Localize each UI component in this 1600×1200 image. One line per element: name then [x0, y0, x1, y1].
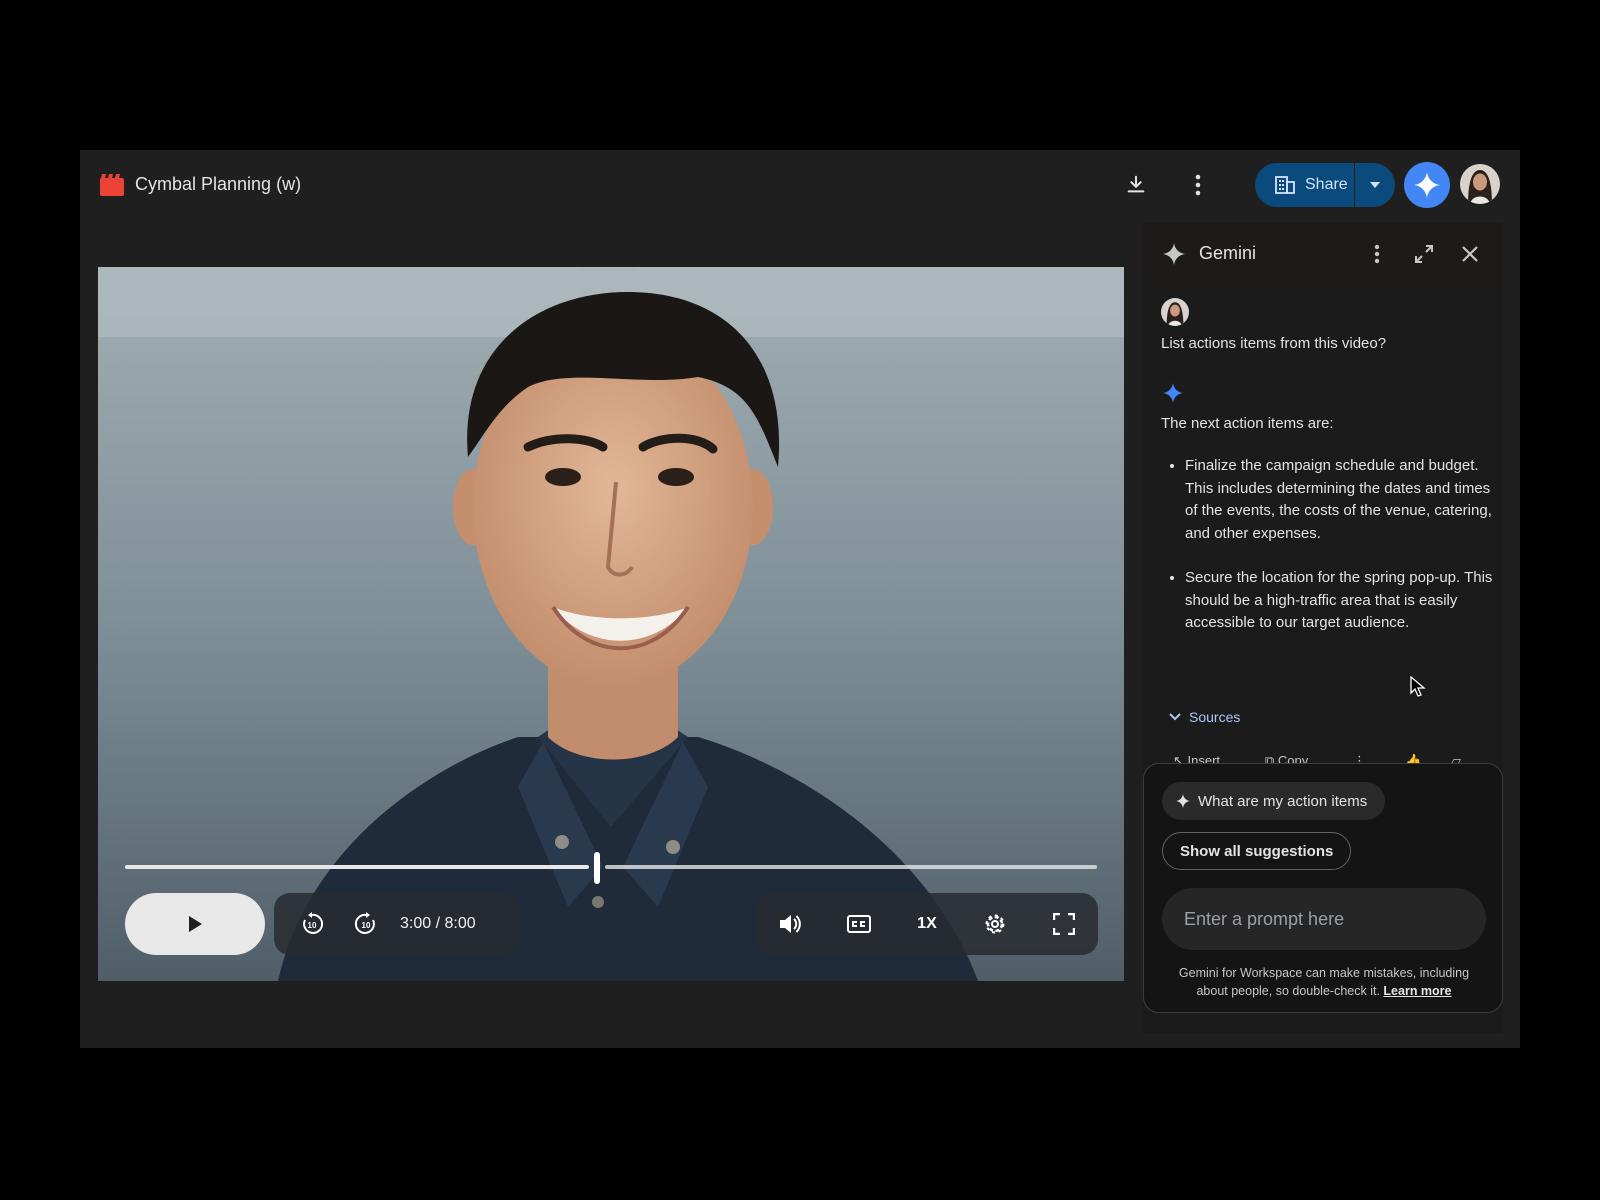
volume-icon	[780, 915, 802, 933]
user-message: List actions items from this video?	[1161, 335, 1387, 352]
share-org-icon	[1275, 176, 1295, 194]
list-item: Secure the location for the spring pop-u…	[1185, 567, 1503, 635]
playback-speed-button[interactable]: 1X	[907, 904, 947, 944]
seek-bar-remaining	[605, 865, 1097, 869]
sources-label: Sources	[1189, 709, 1241, 725]
share-label: Share	[1305, 176, 1348, 193]
app-window: Cymbal Planning (w) Share 10 10 3:00 / 8…	[80, 150, 1520, 1048]
playback-controls: 10 10 3:00 / 8:00	[274, 893, 518, 955]
video-file-icon	[100, 174, 124, 196]
show-all-suggestions-button[interactable]: Show all suggestions	[1162, 832, 1352, 870]
fullscreen-icon	[1052, 913, 1075, 935]
gemini-close-button[interactable]	[1453, 237, 1487, 271]
play-icon	[189, 916, 202, 932]
seek-handle[interactable]	[594, 852, 600, 884]
top-bar: Cymbal Planning (w) Share	[80, 150, 1520, 220]
gemini-response-icon	[1163, 383, 1183, 403]
gemini-side-panel: Gemini List actions items from this vide…	[1143, 223, 1503, 1033]
close-icon	[1462, 246, 1478, 262]
captions-icon	[846, 915, 871, 933]
avatar-image	[1161, 298, 1189, 326]
share-button[interactable]: Share	[1255, 163, 1355, 207]
suggestion-chip[interactable]: What are my action items	[1162, 782, 1386, 820]
share-dropdown-button[interactable]	[1355, 163, 1395, 207]
share-button-group: Share	[1255, 163, 1395, 207]
avatar-image	[1460, 164, 1500, 204]
video-player[interactable]: 10 10 3:00 / 8:00 1X	[98, 267, 1124, 981]
expand-icon	[1415, 245, 1433, 263]
download-icon	[1127, 175, 1145, 193]
rewind-seconds: 10	[308, 921, 317, 930]
gemini-panel-title: Gemini	[1199, 243, 1257, 263]
captions-button[interactable]	[839, 904, 879, 944]
forward-icon: 10	[354, 912, 375, 934]
caret-down-icon	[1370, 182, 1380, 188]
time-readout: 3:00 / 8:00	[400, 915, 476, 932]
download-button[interactable]	[1118, 167, 1154, 203]
chevron-down-icon	[1169, 713, 1181, 721]
response-intro: The next action items are:	[1161, 415, 1334, 432]
fullscreen-button[interactable]	[1044, 904, 1084, 944]
gemini-spark-icon	[1176, 794, 1190, 808]
rewind-button[interactable]: 10	[292, 904, 332, 944]
settings-icon	[985, 914, 1005, 934]
volume-button[interactable]	[770, 904, 810, 944]
gemini-more-button[interactable]	[1360, 237, 1394, 271]
response-list: Finalize the campaign schedule and budge…	[1161, 455, 1503, 657]
list-item: Finalize the campaign schedule and budge…	[1185, 455, 1503, 545]
gemini-spark-icon	[1414, 172, 1440, 198]
play-button[interactable]	[125, 893, 265, 955]
user-avatar	[1161, 298, 1189, 326]
learn-more-link[interactable]: Learn more	[1383, 984, 1451, 998]
seek-bar[interactable]	[125, 852, 1097, 884]
prompt-composer: What are my action items Show all sugges…	[1143, 763, 1503, 1013]
account-avatar[interactable]	[1460, 164, 1500, 204]
suggestion-chip-label: What are my action items	[1198, 792, 1368, 810]
prompt-input[interactable]	[1162, 888, 1486, 950]
disclaimer: Gemini for Workspace can make mistakes, …	[1162, 964, 1486, 1000]
mouse-cursor-icon	[1410, 676, 1426, 697]
rewind-icon: 10	[303, 912, 324, 934]
seek-bar-played	[125, 865, 589, 869]
gemini-panel-header: Gemini	[1143, 223, 1503, 285]
more-options-button[interactable]	[1180, 167, 1216, 203]
gemini-spark-icon	[1163, 243, 1185, 265]
settings-button[interactable]	[975, 904, 1015, 944]
more-vert-icon	[1195, 174, 1201, 196]
gemini-toggle-button[interactable]	[1404, 162, 1450, 208]
more-vert-icon	[1374, 244, 1380, 264]
sources-toggle[interactable]: Sources	[1169, 709, 1240, 725]
forward-button[interactable]: 10	[346, 904, 386, 944]
document-title: Cymbal Planning (w)	[135, 174, 302, 194]
gemini-expand-button[interactable]	[1407, 237, 1441, 271]
forward-seconds: 10	[362, 921, 371, 930]
player-settings-controls: 1X	[756, 893, 1098, 955]
